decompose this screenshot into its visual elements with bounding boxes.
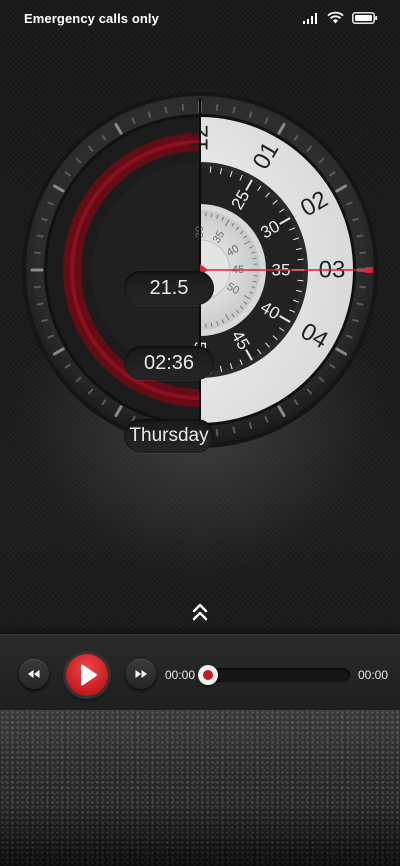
bezel-tick bbox=[33, 251, 41, 255]
clock-widget: 1201020304 253035404550 3035404550 21.5 … bbox=[20, 90, 380, 453]
temperature-display: 21.5 bbox=[124, 271, 214, 305]
elapsed-time: 00:00 bbox=[165, 668, 196, 682]
clock-face: 1201020304 253035404550 3035404550 bbox=[22, 92, 378, 448]
music-player-bar: 00:00 00:00 bbox=[0, 634, 400, 711]
lock-screen: Emergency calls only 12 01 02 03 04 25 3… bbox=[0, 0, 400, 866]
double-chevron-up-icon[interactable] bbox=[191, 602, 209, 624]
time-display: 02:36 bbox=[124, 346, 214, 380]
wifi-icon bbox=[327, 11, 344, 29]
bezel-tick bbox=[36, 302, 44, 306]
bezel-tick bbox=[356, 302, 364, 306]
bezel-tick bbox=[181, 103, 185, 111]
carrier-status-text: Emergency calls only bbox=[24, 11, 159, 26]
bezel-tick bbox=[33, 285, 41, 289]
status-icons bbox=[303, 11, 378, 29]
battery-icon bbox=[352, 11, 378, 29]
minute-tick bbox=[297, 258, 304, 261]
seek-bar[interactable] bbox=[208, 668, 350, 682]
bezel-tick bbox=[164, 106, 168, 114]
play-icon bbox=[81, 664, 97, 686]
bezel-tick bbox=[36, 234, 44, 238]
bezel-tick bbox=[215, 103, 219, 111]
rewind-button[interactable] bbox=[19, 659, 49, 689]
total-time: 00:00 bbox=[358, 668, 389, 682]
fast-forward-icon bbox=[135, 670, 147, 678]
bezel-tick bbox=[356, 234, 364, 238]
rewind-icon bbox=[28, 670, 40, 678]
fast-forward-button[interactable] bbox=[126, 659, 156, 689]
bezel-tick bbox=[215, 429, 219, 437]
bezel-tick bbox=[232, 426, 236, 434]
minute-tick bbox=[297, 279, 304, 282]
bezel-tick bbox=[359, 285, 367, 289]
signal-icon bbox=[303, 11, 319, 29]
ground-texture-background bbox=[0, 710, 400, 866]
bezel-tick bbox=[232, 106, 236, 114]
indicator-tip bbox=[365, 267, 373, 273]
seek-thumb[interactable] bbox=[198, 665, 218, 685]
bezel-tick bbox=[359, 251, 367, 255]
minute-tick bbox=[209, 166, 212, 173]
play-button[interactable] bbox=[66, 654, 108, 696]
status-bar: Emergency calls only bbox=[0, 0, 400, 36]
day-display: Thursday bbox=[124, 419, 214, 453]
